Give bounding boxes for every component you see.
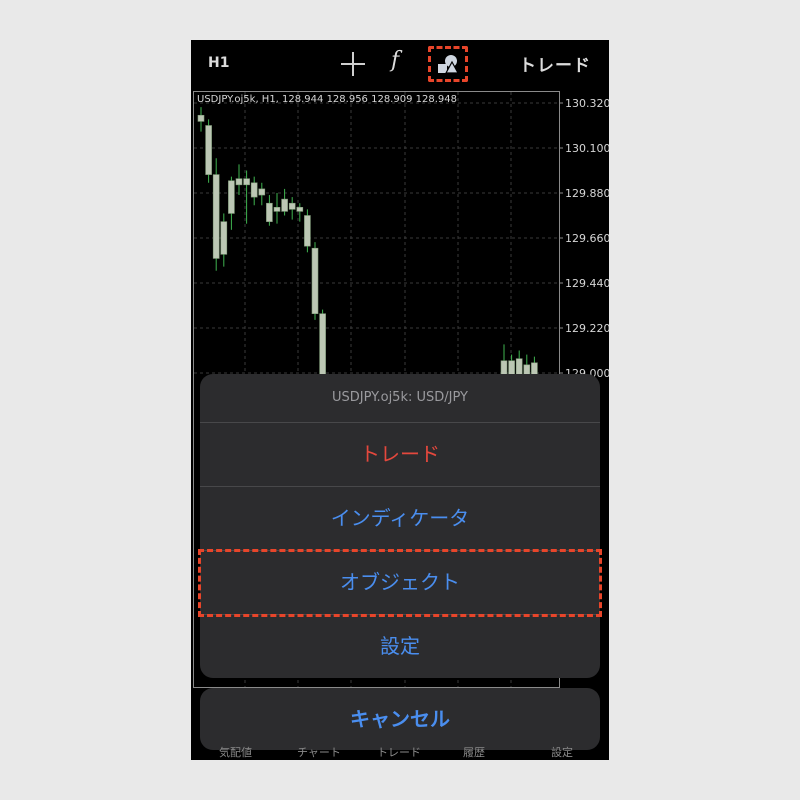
price-label: 129.660 [565, 232, 609, 245]
object-action-button[interactable]: オブジェクト [200, 551, 600, 615]
timeframe-button[interactable]: H1 [208, 55, 229, 71]
tab-history[interactable]: 履歴 [463, 744, 485, 760]
chart-symbol-info: USDJPY.oj5k, H1, 128.944 128.956 128.909… [197, 94, 457, 105]
settings-action-button[interactable]: 設定 [200, 615, 600, 678]
candle-body [228, 180, 235, 214]
phone-screen: H1 f トレード 130.320 130.100 129.880 129.660 12… [191, 40, 609, 760]
candle-body [220, 221, 228, 255]
price-label: 130.320 [565, 97, 609, 110]
crosshair-icon[interactable] [341, 52, 365, 76]
price-label: 130.100 [565, 142, 609, 155]
candle-body [288, 202, 296, 210]
candle-body [266, 202, 273, 222]
candle-body [304, 215, 311, 247]
candle-body [311, 247, 319, 314]
price-label: 129.220 [565, 322, 609, 335]
candle-body [296, 207, 304, 212]
candle-body [250, 182, 258, 198]
price-label: 129.880 [565, 187, 609, 200]
tab-trade[interactable]: トレード [377, 744, 421, 760]
cancel-button[interactable]: キャンセル [200, 688, 600, 750]
action-sheet: USDJPY.oj5k: USD/JPY トレード インディケータ オブジェクト… [200, 374, 600, 678]
chart-toolbar: H1 f トレード [191, 40, 609, 90]
candle-body [205, 125, 212, 175]
candle-body [258, 188, 266, 196]
trade-button[interactable]: トレード [519, 51, 591, 76]
candle-body [281, 198, 288, 212]
action-sheet-title: USDJPY.oj5k: USD/JPY [200, 374, 600, 423]
price-label: 129.440 [565, 277, 609, 290]
tab-chart[interactable]: チャート [297, 744, 341, 760]
indicator-action-button[interactable]: インディケータ [200, 487, 600, 551]
bottom-tab-bar: 気配値 チャート トレード 履歴 設定 [191, 744, 609, 760]
candle-body [212, 174, 220, 259]
candle-body [197, 114, 205, 122]
candle-body [235, 178, 243, 186]
price-axis: 130.320 130.100 129.880 129.660 129.440 129.2… [559, 97, 609, 380]
candles [197, 107, 538, 404]
tab-quotes[interactable]: 気配値 [219, 744, 252, 760]
tab-settings[interactable]: 設定 [551, 744, 573, 760]
shapes-icon [438, 55, 459, 74]
indicator-function-button[interactable]: f [391, 48, 399, 73]
trade-action-button[interactable]: トレード [200, 423, 600, 487]
objects-button[interactable] [428, 46, 468, 82]
candle-body [243, 178, 250, 186]
candle-body [273, 207, 281, 212]
